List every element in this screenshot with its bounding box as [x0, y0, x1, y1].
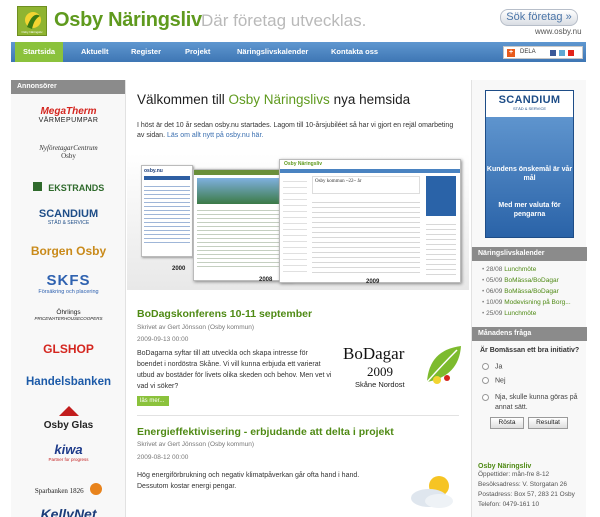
article-date: 2009-08-12 00:00 [137, 454, 189, 461]
page-title: Välkommen till Osby Näringslivs nya hems… [137, 92, 411, 107]
contact-visit-address: Besöksadress: V. Storgatan 26 [478, 481, 568, 488]
share-button[interactable]: + DELA [503, 46, 583, 59]
screenshot-2009: Osby Näringsliv Osby kommun ~22~ år [279, 159, 461, 283]
screenshot-2008 [193, 169, 293, 281]
radio-icon[interactable] [482, 393, 489, 401]
share-plus-icon: + [507, 49, 515, 57]
logo-icon[interactable]: Osby Näringsliv [17, 6, 47, 36]
main-content: Välkommen till Osby Näringslivs nya hems… [127, 80, 469, 517]
radio-icon[interactable] [482, 377, 489, 384]
contact-info: Osby Näringsliv Öppettider: mån-fre 8-12… [478, 463, 586, 510]
article-divider [137, 415, 459, 416]
sponsor-nyforetagarcentrum[interactable]: NyföretagarCentrum Osby [11, 144, 126, 160]
calendar-item[interactable]: • 06/09 BoMässa/BoDagar [482, 288, 559, 295]
radio-icon[interactable] [482, 363, 489, 370]
poll-question: Är Bomässan ett bra initiativ? [480, 347, 580, 354]
delicious-icon[interactable] [559, 50, 565, 56]
nav-naringslivskalender[interactable]: Näringslivskalender [237, 42, 308, 62]
article-author: Skrivet av Gert Jönsson (Osby kommun) [137, 441, 255, 448]
contact-postal-address: Postadress: Box 57, 283 21 Osby [478, 491, 575, 498]
ad-slogan: Kundens önskemål är vår mål [486, 166, 573, 182]
sponsor-glshop[interactable]: GLSHOP [11, 342, 126, 356]
site-url[interactable]: www.osby.nu [535, 27, 582, 36]
calendar-item[interactable]: • 28/08 Lunchmöte [482, 266, 536, 273]
caption-2000: 2000 [172, 266, 186, 272]
logo-sub-text: Osby Näringsliv [21, 30, 43, 34]
contact-hours: Öppettider: mån-fre 8-12 [478, 471, 550, 478]
bodagar-logo: BoDagar 2009 Skåne Nordost [343, 342, 463, 394]
sponsor-borgen-osby[interactable]: Borgen Osby [11, 244, 126, 258]
caption-2008: 2008 [259, 277, 273, 283]
calendar-item[interactable]: • 25/09 Lunchmöte [482, 310, 536, 317]
nav-kontakta-oss[interactable]: Kontakta oss [331, 42, 378, 62]
sponsor-heading: Annonsörer [11, 80, 125, 94]
site-tagline: Där företag utvecklas. [201, 11, 367, 30]
article-title-bodagskonferens[interactable]: BoDagskonferens 10-11 september [137, 308, 312, 320]
calendar-item[interactable]: • 10/09 Modevisning på Borg... [482, 299, 571, 306]
poll-results-button[interactable]: Resultat [528, 417, 568, 429]
calendar-heading: Näringslivskalender [472, 247, 587, 261]
site-history-image: osby.nu 2000 2008 Osby Näringsliv Osby k… [127, 153, 469, 290]
calendar-item[interactable]: • 05/09 BoMässa/BoDagar [482, 277, 559, 284]
nav-aktuellt[interactable]: Aktuellt [81, 42, 109, 62]
site-name[interactable]: Osby Näringsliv [54, 9, 202, 32]
article-date: 2009-09-13 00:00 [137, 336, 189, 343]
facebook-icon[interactable] [550, 50, 556, 56]
sponsor-sparbanken[interactable]: Sparbanken 1826 [11, 480, 126, 498]
poll-option-nja[interactable]: Nja, skulle kunna göras på annat sätt. [482, 393, 582, 413]
scandium-ad-logo: SCANDIUM STÄD & SERVICE [486, 91, 573, 117]
read-more-button[interactable]: läs mer... [137, 396, 169, 406]
read-about-new-link[interactable]: Läs om allt nytt på osby.nu här. [167, 132, 263, 139]
scandium-ad-banner[interactable]: SCANDIUM STÄD & SERVICE Kundens önskemål… [485, 90, 574, 238]
ad-tagline: Med mer valuta för pengarna [498, 202, 561, 218]
poll-option-ja[interactable]: Ja [482, 363, 502, 370]
poll-heading: Månadens fråga [472, 327, 587, 341]
share-label: DELA [520, 49, 536, 55]
screenshot-2000: osby.nu [141, 165, 193, 257]
sponsor-megatherm[interactable]: MegaTherm VÄRMEPUMPAR [11, 106, 126, 124]
caption-2009: 2009 [366, 279, 380, 285]
sponsor-skfs[interactable]: SKFS Försäkring och placering [11, 272, 126, 295]
sponsor-column: Annonsörer MegaTherm VÄRMEPUMPAR Nyföret… [11, 80, 126, 517]
sponsor-ekstrands[interactable]: EKSTRANDS [11, 178, 126, 196]
article-author: Skrivet av Gert Jönsson (Osby kommun) [137, 324, 255, 331]
sponsor-kiwa[interactable]: kiwa Partner for progress [11, 442, 126, 462]
sparbanken-logo-icon [90, 482, 103, 495]
article-body: Hög energiförbrukning och negativ klimat… [137, 472, 360, 490]
article-title-energieffektivisering[interactable]: Energieffektivisering - erbjudande att d… [137, 426, 394, 438]
nav-projekt[interactable]: Projekt [185, 42, 210, 62]
contact-phone: Telefon: 0479-161 10 [478, 501, 540, 508]
bodagar-leaf-icon [426, 346, 461, 384]
search-companies-button[interactable]: Sök företag » [500, 9, 578, 26]
site-header: Osby Näringsliv Osby Näringsliv Där före… [0, 0, 600, 42]
right-sidebar: SCANDIUM STÄD & SERVICE Kundens önskemål… [471, 80, 587, 517]
main-nav: Startsida Aktuellt Register Projekt Näri… [11, 42, 586, 62]
poll-vote-button[interactable]: Rösta [490, 417, 524, 429]
poll-option-nej[interactable]: Nej [482, 377, 506, 384]
nav-register[interactable]: Register [131, 42, 161, 62]
ekstrands-logo-icon [32, 182, 42, 192]
osby-glas-logo-icon [58, 406, 79, 416]
sponsor-osby-glas[interactable]: Osby Glas [11, 404, 126, 431]
sponsor-kellynet[interactable]: KellyNet [11, 506, 126, 517]
sponsor-handelsbanken[interactable]: Handelsbanken [11, 376, 126, 388]
sponsor-ohrlings[interactable]: Öhrlings PRICEWATERHOUSECOOPERS [11, 309, 126, 321]
nav-startsida[interactable]: Startsida [15, 42, 64, 62]
intro-text: I höst är det 10 år sedan osby.nu starta… [137, 122, 454, 139]
contact-title: Osby Näringsliv [478, 463, 532, 470]
weather-sun-cloud-icon [411, 476, 453, 508]
digg-icon[interactable] [568, 50, 574, 56]
article-body: BoDagarna syftar till att utveckla och s… [137, 350, 332, 390]
sponsor-scandium[interactable]: SCANDIUM STÄD & SERVICE [11, 208, 126, 226]
